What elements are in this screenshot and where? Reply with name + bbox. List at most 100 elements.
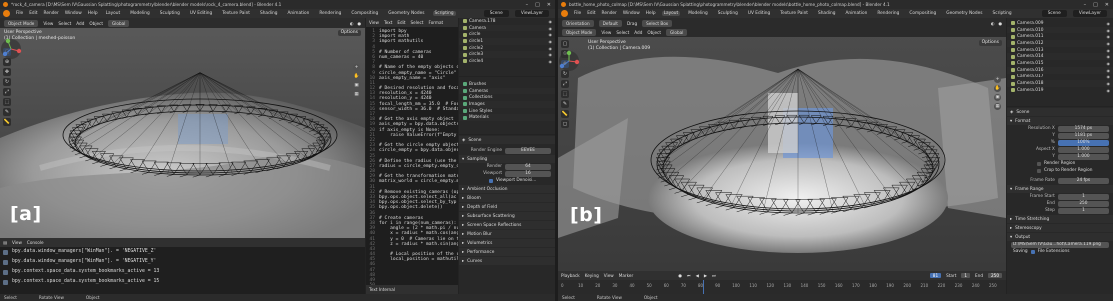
eye-icon[interactable]: ◉ (1107, 48, 1113, 53)
outliner-item[interactable]: Camera.009 ◉ (1007, 20, 1113, 27)
close-icon[interactable]: ✕ (547, 2, 551, 8)
transform-orientation[interactable]: Global (108, 19, 130, 27)
collapsed-section[interactable]: ▸ Bloom (459, 194, 555, 202)
aspect-y-field[interactable]: Y 1.000 (1007, 153, 1113, 160)
default-dropdown[interactable]: Default (598, 19, 622, 27)
menu-window[interactable]: Window (623, 11, 640, 16)
outliner-item[interactable]: Camera.018 ◉ (1007, 80, 1113, 87)
menu-help[interactable]: Help (646, 11, 656, 16)
blender-menu-icon[interactable] (3, 10, 10, 17)
measure-tool-icon[interactable]: 📏 (3, 118, 11, 126)
navigation-gizmo-icon[interactable] (0, 38, 22, 60)
scale-tool-icon[interactable]: ⤢ (561, 80, 569, 88)
menu-select[interactable]: Select (58, 21, 71, 26)
code-area[interactable]: 1 import bpy 2 import math 3 import mathutils… (366, 27, 458, 285)
ortho-toggle-icon[interactable]: ▦ (994, 103, 1001, 110)
mode-dropdown[interactable]: Object Mode (4, 19, 39, 27)
ortho-toggle-icon[interactable]: ▦ (353, 91, 360, 98)
menu-window[interactable]: Window (65, 11, 82, 16)
eye-icon[interactable]: ◉ (1107, 68, 1113, 73)
navigation-gizmo-icon[interactable] (558, 50, 580, 72)
collapsed-section[interactable]: ▸ Volumetrics (459, 239, 555, 247)
menu-edit[interactable]: Edit (587, 11, 595, 16)
eye-icon[interactable]: ◉ (549, 39, 556, 44)
text-menu-select[interactable]: Select (411, 20, 424, 25)
outliner-item[interactable]: Camera.015 ◉ (1007, 60, 1113, 67)
tab-rendering[interactable]: Rendering (317, 11, 343, 16)
end-field[interactable]: 250 (988, 273, 1002, 278)
view-layer-selector[interactable]: ViewLayer (1072, 10, 1107, 17)
transform-tool-icon[interactable]: ⬚ (3, 98, 11, 106)
properties-editor[interactable]: ◈ Scene Render Engine EEVEE ▾ Sampling Rend… (459, 135, 555, 294)
eye-icon[interactable]: ◉ (1107, 41, 1113, 46)
timeline-menu-view[interactable]: View (604, 273, 614, 278)
outliner-item[interactable]: Images (459, 101, 555, 108)
menu-view[interactable]: View (43, 21, 53, 26)
maximize-icon[interactable]: □ (1093, 2, 1098, 8)
menu-edit[interactable]: Edit (29, 11, 37, 16)
frame-start-field[interactable]: Frame Start 1 (1007, 193, 1113, 200)
outliner-item[interactable]: Cameras (459, 87, 555, 95)
tab-uv-editing[interactable]: UV Editing (746, 11, 772, 16)
outliner-item[interactable]: Camera ◉ (459, 24, 556, 32)
eye-icon[interactable]: ◉ (549, 19, 556, 24)
tab-texture-paint[interactable]: Texture Paint (778, 11, 810, 16)
current-frame-field[interactable]: 81 (929, 273, 942, 278)
outliner-item[interactable]: Collections (459, 94, 555, 101)
render-region-checkbox[interactable]: Render Region (1007, 160, 1113, 167)
tab-rendering[interactable]: Rendering (875, 11, 901, 16)
output-path-field[interactable]: D:\MS\Sem IV\Gau...hot\Camera.119.png (1007, 241, 1113, 248)
3d-viewport[interactable]: Object Mode View Select Add Object Globa… (0, 18, 365, 238)
tab-geometry-nodes[interactable]: Geometry Nodes (944, 11, 984, 16)
minimize-icon[interactable]: – (1084, 2, 1087, 8)
viewport-denoising-checkbox[interactable]: Viewport Denoisi... (459, 177, 555, 184)
tab-shading[interactable]: Shading (816, 11, 837, 16)
tab-layout[interactable]: Layout (104, 11, 123, 16)
outliner[interactable]: Camera.009 ◉ Camera.010 ◉ Camera.011 ◉ Camera.… (1007, 18, 1113, 106)
format-section[interactable]: ▾ Format (1007, 117, 1113, 125)
sampling-section[interactable]: ▾ Sampling (459, 155, 555, 163)
frame-end-field[interactable]: End 250 (1007, 200, 1113, 207)
move-tool-icon[interactable]: ✥ (3, 68, 11, 76)
scene-selector[interactable]: Scene (483, 10, 509, 17)
menu-add[interactable]: Add (634, 30, 642, 35)
record-icon[interactable]: ● (678, 273, 682, 278)
outliner-item[interactable]: circle2 ◉ (459, 45, 555, 52)
eye-icon[interactable]: ◉ (549, 46, 556, 51)
data-browser[interactable]: Brushes Cameras Collections Images Line Styl… (459, 77, 555, 134)
text-menu-edit[interactable]: Edit (397, 20, 405, 25)
outliner-item[interactable]: Camera.178 ◉ (459, 18, 555, 25)
playhead[interactable] (702, 280, 704, 294)
measure-tool-icon[interactable]: 📏 (561, 110, 569, 118)
play-icon[interactable]: ▶ (704, 273, 707, 278)
eye-icon[interactable]: ◉ (1107, 54, 1113, 59)
render-engine-field[interactable]: Render Engine EEVEE (459, 147, 555, 154)
scale-tool-icon[interactable]: ⤢ (3, 88, 11, 96)
tab-animation[interactable]: Animation (285, 11, 311, 16)
outliner-item[interactable]: Materials (459, 114, 555, 122)
add-cube-icon[interactable]: ◻ (561, 120, 569, 128)
tab-sculpting[interactable]: Sculpting (158, 11, 182, 16)
tab-compositing[interactable]: Compositing (349, 11, 380, 16)
menu-select[interactable]: Select (616, 30, 629, 35)
collapsed-section[interactable]: ▸ Curves (459, 257, 555, 265)
orientation-dropdown[interactable]: Orientation (562, 19, 594, 27)
tab-uv-editing[interactable]: UV Editing (188, 11, 214, 16)
menu-help[interactable]: Help (88, 11, 98, 16)
viewport-samples-field[interactable]: Viewport 16 (459, 170, 555, 177)
shading-icon[interactable]: ● (357, 21, 361, 26)
menu-render[interactable]: Render (602, 11, 617, 16)
tab-layout[interactable]: Layout (661, 11, 681, 16)
eye-icon[interactable]: ◉ (549, 26, 556, 31)
eye-icon[interactable]: ◉ (1107, 88, 1113, 93)
frame-step-field[interactable]: Step 1 (1007, 207, 1113, 214)
rotate-tool-icon[interactable]: ↻ (3, 78, 11, 86)
options-button[interactable]: Options (337, 30, 361, 36)
transform-tool-icon[interactable]: ⬚ (561, 90, 569, 98)
eye-icon[interactable]: ◉ (1107, 28, 1113, 33)
menu-file[interactable]: File (16, 11, 23, 16)
menu-add[interactable]: Add (76, 21, 84, 26)
overlay-icon[interactable]: ◐ (991, 21, 995, 26)
minimize-icon[interactable]: – (526, 2, 529, 8)
console-menu-view[interactable]: View (12, 240, 22, 245)
